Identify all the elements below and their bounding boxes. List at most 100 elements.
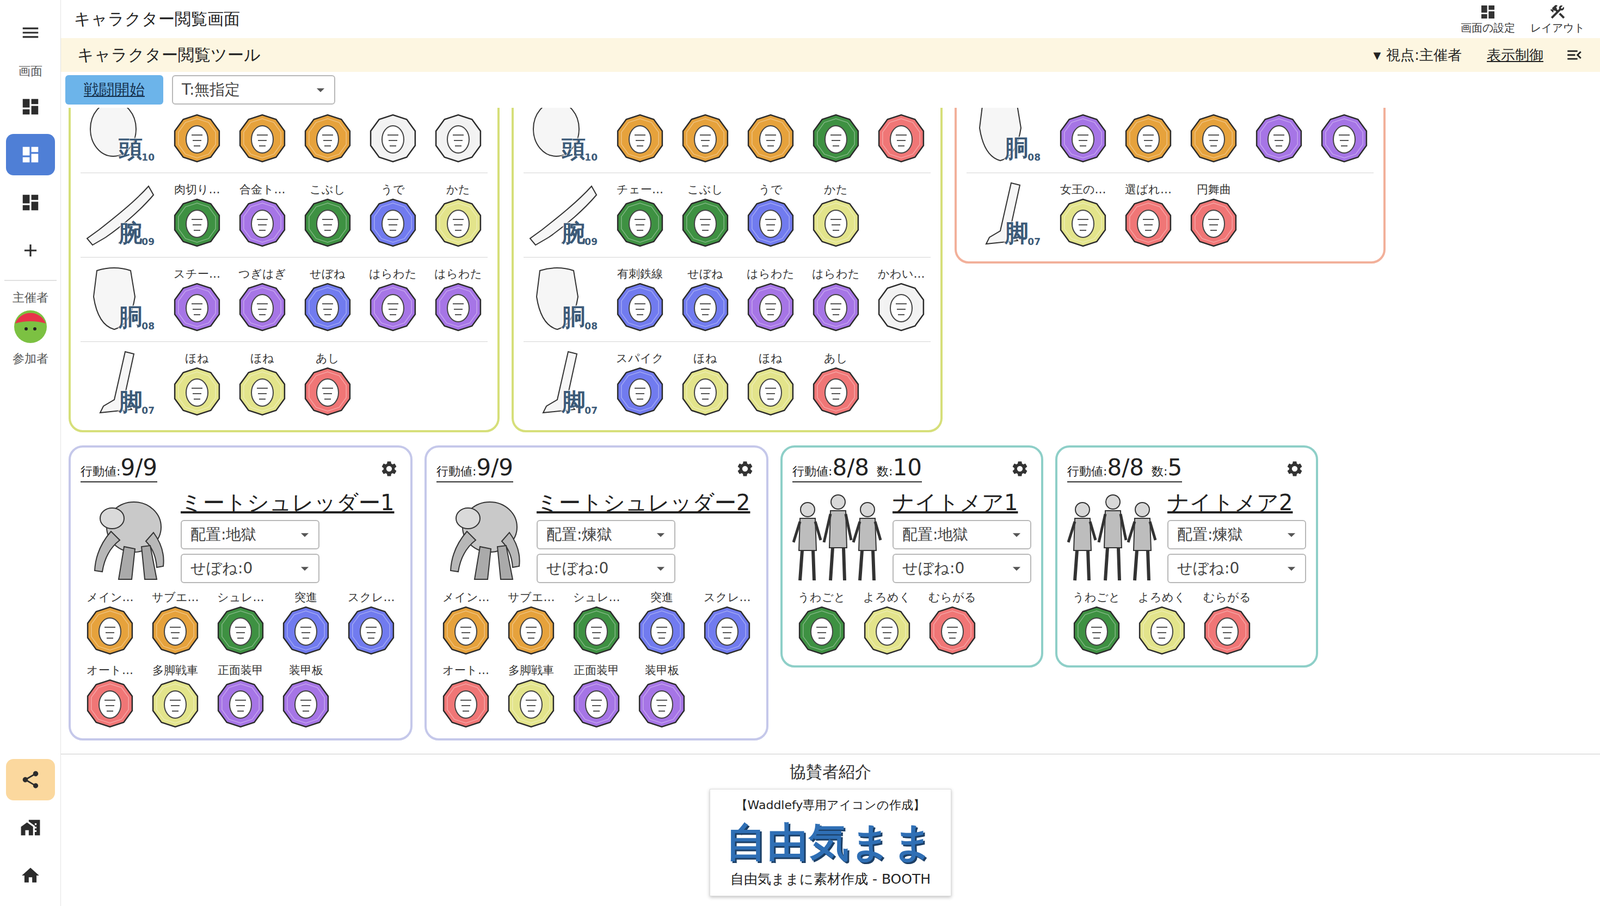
part-item[interactable]: スクレ…	[697, 589, 757, 656]
part-item[interactable]: ほね	[232, 351, 292, 417]
settings-button[interactable]	[1008, 459, 1032, 478]
placement-select[interactable]: 配置:煉獄	[1167, 519, 1307, 550]
part-item[interactable]	[1314, 107, 1374, 164]
part-item[interactable]: はらわた	[428, 266, 488, 332]
character-name[interactable]: ナイトメア2	[1167, 489, 1307, 516]
part-item[interactable]	[1053, 107, 1113, 164]
screen-item[interactable]	[5, 133, 55, 176]
part-item[interactable]: オート…	[80, 662, 140, 729]
part-item[interactable]: むらがる	[1197, 589, 1257, 656]
part-item[interactable]: かた	[806, 182, 866, 248]
part-item[interactable]	[428, 107, 488, 164]
settings-button[interactable]	[377, 459, 401, 478]
part-item[interactable]	[167, 107, 227, 164]
part-item[interactable]: スチー…	[167, 266, 227, 332]
view-select[interactable]: ▼視点:主催者	[1369, 45, 1466, 66]
battle-start-button[interactable]: 戦闘開始	[65, 75, 164, 105]
placement-select[interactable]: 配置:煉獄	[536, 519, 676, 550]
part-item[interactable]: うで	[363, 182, 423, 248]
part-item[interactable]: ほね	[741, 351, 800, 417]
part-item[interactable]: 多脚戦車	[501, 662, 561, 729]
share-button[interactable]	[5, 758, 55, 800]
display-control-link[interactable]: 表示制御	[1486, 45, 1544, 65]
part-item[interactable]: こぶし	[675, 182, 735, 248]
settings-button[interactable]	[1283, 459, 1307, 478]
part-item[interactable]: かわい…	[871, 266, 931, 332]
part-item[interactable]: よろめく	[857, 589, 917, 656]
part-item[interactable]	[610, 107, 670, 164]
part-item[interactable]: せぼね	[298, 266, 358, 332]
part-item[interactable]	[363, 107, 423, 164]
part-item[interactable]: こぶし	[298, 182, 358, 248]
part-item[interactable]	[675, 107, 735, 164]
sponsor-banner[interactable]: 【Waddlefy専用アイコンの作成】自由気まま自由気ままに素材作成 - BOO…	[709, 788, 952, 896]
part-item[interactable]: 突進	[632, 589, 692, 656]
part-item[interactable]: はらわた	[806, 266, 866, 332]
part-item[interactable]: 正面装甲	[567, 662, 626, 729]
part-item[interactable]: うわごと	[1067, 589, 1126, 656]
character-name[interactable]: ナイトメア1	[892, 489, 1032, 516]
part-item[interactable]: あし	[298, 351, 358, 417]
part-item[interactable]: シュレ…	[211, 589, 270, 656]
spine-select[interactable]: せぼね:0	[536, 553, 676, 583]
part-item[interactable]: 合金ト…	[232, 182, 292, 248]
part-item[interactable]: 選ばれ…	[1118, 182, 1178, 248]
part-item[interactable]: かた	[428, 182, 488, 248]
placement-select[interactable]: 配置:地獄	[180, 519, 320, 550]
part-item[interactable]: メイン…	[80, 589, 140, 656]
header-action[interactable]: レイアウト	[1528, 3, 1587, 36]
part-item[interactable]: 多脚戦車	[145, 662, 205, 729]
target-select[interactable]: T:無指定	[171, 75, 336, 105]
part-item[interactable]: うで	[741, 182, 800, 248]
part-item[interactable]: オート…	[436, 662, 496, 729]
part-item[interactable]: はらわた	[741, 266, 800, 332]
part-item[interactable]: あし	[806, 351, 866, 417]
part-item[interactable]: 正面装甲	[211, 662, 270, 729]
settings-button[interactable]	[733, 459, 757, 478]
part-item[interactable]: 有刺鉄線	[610, 266, 670, 332]
part-item[interactable]: ほね	[675, 351, 735, 417]
part-item[interactable]: うわごと	[792, 589, 852, 656]
spine-select[interactable]: せぼね:0	[1167, 553, 1307, 583]
part-item[interactable]: 円舞曲	[1184, 182, 1243, 248]
part-item[interactable]: 突進	[276, 589, 336, 656]
add-screen-button[interactable]	[5, 229, 55, 272]
part-item[interactable]: メイン…	[436, 589, 496, 656]
part-item[interactable]: チェー…	[610, 182, 670, 248]
character-name[interactable]: ミートシュレッダー2	[536, 489, 750, 516]
part-item[interactable]: スクレ…	[341, 589, 401, 656]
spine-select[interactable]: せぼね:0	[180, 553, 320, 583]
part-item[interactable]: サブエ…	[145, 589, 205, 656]
screen-item[interactable]	[5, 85, 55, 128]
screen-item[interactable]	[5, 181, 55, 224]
part-item[interactable]: 装甲板	[276, 662, 336, 729]
part-item[interactable]: はらわた	[363, 266, 423, 332]
part-item[interactable]: シュレ…	[567, 589, 626, 656]
part-item[interactable]: せぼね	[675, 266, 735, 332]
avatar-icon[interactable]	[13, 309, 48, 344]
part-item[interactable]: サブエ…	[501, 589, 561, 656]
part-item[interactable]: 肉切り…	[167, 182, 227, 248]
character-name[interactable]: ミートシュレッダー1	[180, 489, 395, 516]
spine-select[interactable]: せぼね:0	[892, 553, 1032, 583]
part-item[interactable]	[1249, 107, 1309, 164]
header-action[interactable]: 画面の設定	[1458, 3, 1518, 36]
part-item[interactable]: 装甲板	[632, 662, 692, 729]
collapse-button[interactable]	[1565, 45, 1584, 65]
placement-select[interactable]: 配置:地獄	[892, 519, 1032, 550]
part-item[interactable]	[871, 107, 931, 164]
part-item[interactable]: スパイク	[610, 351, 670, 417]
menu-button[interactable]	[5, 11, 55, 54]
part-item[interactable]	[806, 107, 866, 164]
part-item[interactable]	[1184, 107, 1243, 164]
part-item[interactable]: むらがる	[922, 589, 982, 656]
part-item[interactable]: ほね	[167, 351, 227, 417]
room-button[interactable]	[5, 806, 55, 848]
part-item[interactable]: つぎはぎ	[232, 266, 292, 332]
part-item[interactable]: よろめく	[1132, 589, 1192, 656]
home-button[interactable]	[5, 854, 55, 896]
part-item[interactable]	[232, 107, 292, 164]
part-item[interactable]	[298, 107, 358, 164]
part-item[interactable]: 女王の…	[1053, 182, 1113, 248]
part-item[interactable]	[1118, 107, 1178, 164]
